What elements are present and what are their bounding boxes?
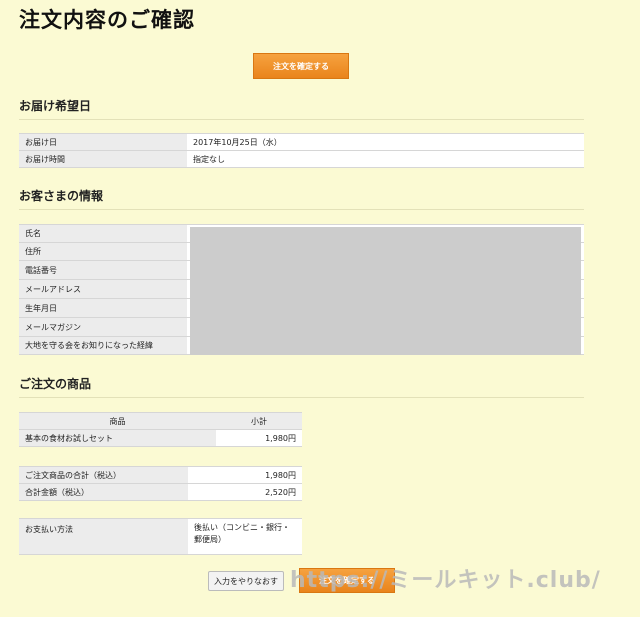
redo-input-button[interactable]: 入力をやりなおす bbox=[208, 571, 284, 591]
payment-method-value-line1: 後払い（コンビニ・銀行・ bbox=[194, 523, 290, 532]
grand-total-label: 合計金額（税込） bbox=[19, 483, 188, 501]
order-totals-table: ご注文商品の合計（税込） 1,980円 合計金額（税込） 2,520円 bbox=[19, 466, 302, 501]
table-header-row: 商品 小計 bbox=[19, 412, 302, 430]
customer-heading: お客さまの情報 bbox=[19, 187, 584, 210]
payment-method-value-line2: 郵便局） bbox=[194, 535, 226, 544]
payment-table: お支払い方法 後払い（コンビニ・銀行・ 郵便局） bbox=[19, 518, 302, 555]
confirm-order-button-top[interactable]: 注文を確定する bbox=[253, 53, 349, 79]
customer-email-label: メールアドレス bbox=[19, 279, 187, 299]
column-header-item: 商品 bbox=[19, 412, 216, 430]
delivery-table: お届け日 2017年10月25日（水） お届け時間 指定なし bbox=[19, 133, 584, 168]
customer-newsletter-label: メールマガジン bbox=[19, 317, 187, 337]
table-row: ご注文商品の合計（税込） 1,980円 bbox=[19, 466, 302, 484]
items-total-value: 1,980円 bbox=[188, 466, 302, 484]
delivery-date-value: 2017年10月25日（水） bbox=[187, 133, 584, 151]
page-title: 注文内容のご確認 bbox=[19, 7, 195, 32]
customer-phone-label: 電話番号 bbox=[19, 260, 187, 280]
order-heading: ご注文の商品 bbox=[19, 375, 584, 398]
table-row: 基本の食材お試しセット 1,980円 bbox=[19, 429, 302, 447]
item-subtotal: 1,980円 bbox=[216, 429, 302, 447]
delivery-time-value: 指定なし bbox=[187, 150, 584, 168]
item-name: 基本の食材お試しセット bbox=[19, 429, 216, 447]
delivery-time-label: お届け時間 bbox=[19, 150, 187, 168]
column-header-subtotal: 小計 bbox=[216, 412, 302, 430]
delivery-heading: お届け希望日 bbox=[19, 97, 584, 120]
payment-method-value: 後払い（コンビニ・銀行・ 郵便局） bbox=[188, 518, 302, 555]
table-row: 合計金額（税込） 2,520円 bbox=[19, 483, 302, 501]
items-total-label: ご注文商品の合計（税込） bbox=[19, 466, 188, 484]
table-row: お届け日 2017年10月25日（水） bbox=[19, 133, 584, 151]
customer-name-label: 氏名 bbox=[19, 224, 187, 243]
watermark: https://ミールキット.club/ bbox=[290, 568, 601, 593]
customer-address-label: 住所 bbox=[19, 242, 187, 261]
customer-birthday-label: 生年月日 bbox=[19, 298, 187, 318]
payment-method-label: お支払い方法 bbox=[19, 518, 188, 555]
customer-referral-label: 大地を守る会をお知りになった経緯 bbox=[19, 336, 187, 355]
table-row: お支払い方法 後払い（コンビニ・銀行・ 郵便局） bbox=[19, 518, 302, 555]
table-row: お届け時間 指定なし bbox=[19, 150, 584, 168]
grand-total-value: 2,520円 bbox=[188, 483, 302, 501]
redacted-customer-info bbox=[190, 227, 581, 355]
order-items-table: 商品 小計 基本の食材お試しセット 1,980円 bbox=[19, 412, 302, 447]
delivery-date-label: お届け日 bbox=[19, 133, 187, 151]
